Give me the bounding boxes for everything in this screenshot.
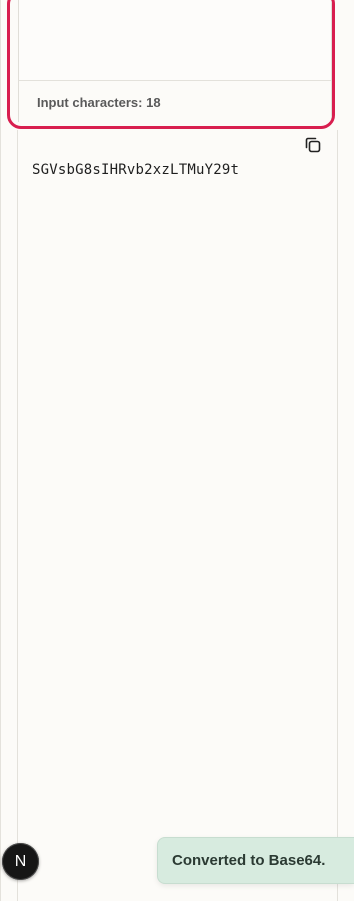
- copy-icon: [305, 137, 321, 153]
- copy-button[interactable]: [303, 135, 323, 155]
- output-value: SGVsbG8sIHRvb2xzLTMuY29t: [32, 162, 240, 178]
- input-footer: Input characters: 18: [18, 80, 332, 122]
- nextjs-logo-icon: N: [14, 852, 27, 870]
- toast-message: Converted to Base64.: [172, 852, 326, 869]
- page-edge-divider: [0, 0, 1, 901]
- input-card[interactable]: Input characters: 18: [7, 0, 335, 129]
- input-textarea[interactable]: [18, 0, 332, 80]
- toast-notification: Converted to Base64.: [157, 837, 354, 884]
- output-panel: [17, 130, 338, 901]
- nextjs-devtools-button[interactable]: N: [2, 843, 39, 880]
- input-char-count: Input characters: 18: [37, 95, 161, 110]
